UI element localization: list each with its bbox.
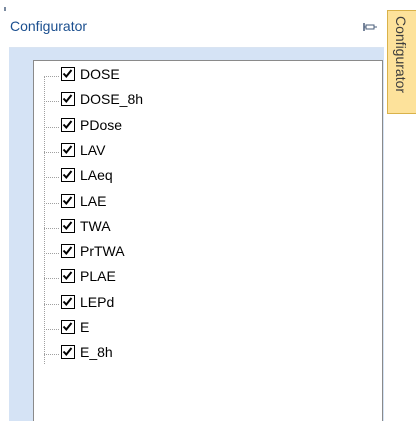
checkmark-icon xyxy=(62,119,73,129)
tree-item-label: DOSE xyxy=(80,66,120,82)
dock-grip xyxy=(4,7,6,11)
tree-branch-line xyxy=(44,151,59,153)
tree-item[interactable]: LAeq xyxy=(44,165,244,189)
checkbox[interactable] xyxy=(61,218,75,233)
tree-branch-line xyxy=(44,354,59,356)
checkbox[interactable] xyxy=(61,269,75,284)
checkmark-icon xyxy=(62,94,73,104)
tree-branch-line xyxy=(44,126,59,128)
checkmark-icon xyxy=(62,145,73,154)
checkbox[interactable] xyxy=(61,92,75,107)
tree-item-label: LAeq xyxy=(80,167,113,184)
app-window: Configurator DOSE DOSE_8h PDose LAV LAeq LAE T… xyxy=(0,0,416,421)
tree-item-label: DOSE_8h xyxy=(80,91,144,108)
pin-button[interactable] xyxy=(362,19,378,35)
dock-frame: Configurator DOSE DOSE_8h PDose LAV LAeq LAE T… xyxy=(0,0,386,421)
checkbox[interactable] xyxy=(61,244,75,259)
tree-item-label: LAE xyxy=(80,192,107,209)
checkmark-icon xyxy=(62,322,73,332)
checkbox[interactable] xyxy=(61,320,75,334)
checkbox[interactable] xyxy=(61,117,75,132)
tree-item[interactable]: PrTWA xyxy=(44,241,244,265)
pin-icon xyxy=(363,23,377,31)
side-tab-configurator[interactable]: Configurator xyxy=(387,10,416,114)
tree-item[interactable]: E xyxy=(44,317,244,341)
tree-item[interactable]: PDose xyxy=(44,115,244,139)
tree-item-label: TWA xyxy=(80,217,111,234)
tree-branch-line xyxy=(44,329,59,330)
tree-item[interactable]: LAE xyxy=(44,191,244,215)
tree-branch-line xyxy=(44,101,59,103)
tree-item-label: LAV xyxy=(80,141,106,158)
checkmark-icon xyxy=(62,69,73,79)
tree-item[interactable]: PLAE xyxy=(44,266,244,290)
tree-branch-line xyxy=(44,177,59,179)
checkbox[interactable] xyxy=(61,168,75,183)
checkmark-icon xyxy=(62,246,73,256)
tree-item-label: E xyxy=(80,319,90,335)
tree-branch-line xyxy=(44,76,59,77)
checkmark-icon xyxy=(62,195,73,205)
tree-item[interactable]: DOSE_8h xyxy=(44,89,244,113)
panel-title: Configurator xyxy=(10,18,88,34)
tree-item[interactable]: TWA xyxy=(44,216,244,240)
checkbox[interactable] xyxy=(61,67,75,81)
tree-branch-line xyxy=(44,227,59,229)
tree-view: DOSE DOSE_8h PDose LAV LAeq LAE TWA PrTWA PLAE LE… xyxy=(33,60,383,421)
checkbox[interactable] xyxy=(61,142,75,157)
tree-branch-line xyxy=(44,303,59,305)
tree-branch-line xyxy=(44,253,59,255)
tree-branch-line xyxy=(44,202,59,204)
configurator-panel: Configurator DOSE DOSE_8h PDose LAV LAeq LAE T… xyxy=(9,7,384,421)
tree-item[interactable]: DOSE xyxy=(44,64,244,88)
tree-item-label: E_8h xyxy=(80,344,113,361)
tree-item-label: PDose xyxy=(80,116,123,133)
tree-branch-line xyxy=(44,278,59,280)
checkmark-icon xyxy=(62,271,73,281)
tree-item-label: PrTWA xyxy=(80,243,125,260)
tree-item[interactable]: E_8h xyxy=(44,342,244,366)
checkbox[interactable] xyxy=(61,193,75,208)
tree-item-label: LEPd xyxy=(80,293,115,310)
checkmark-icon xyxy=(62,221,73,230)
tree-item[interactable]: LAV xyxy=(44,140,244,164)
checkbox[interactable] xyxy=(61,294,75,309)
checkmark-icon xyxy=(62,297,73,306)
tree-item-label: PLAE xyxy=(80,268,116,285)
checkbox[interactable] xyxy=(61,345,75,360)
checkmark-icon xyxy=(62,170,73,180)
tree-item[interactable]: LEPd xyxy=(44,292,244,316)
panel-header: Configurator xyxy=(9,7,384,48)
side-tab-label: Configurator xyxy=(393,16,409,94)
checkmark-icon xyxy=(62,347,73,357)
